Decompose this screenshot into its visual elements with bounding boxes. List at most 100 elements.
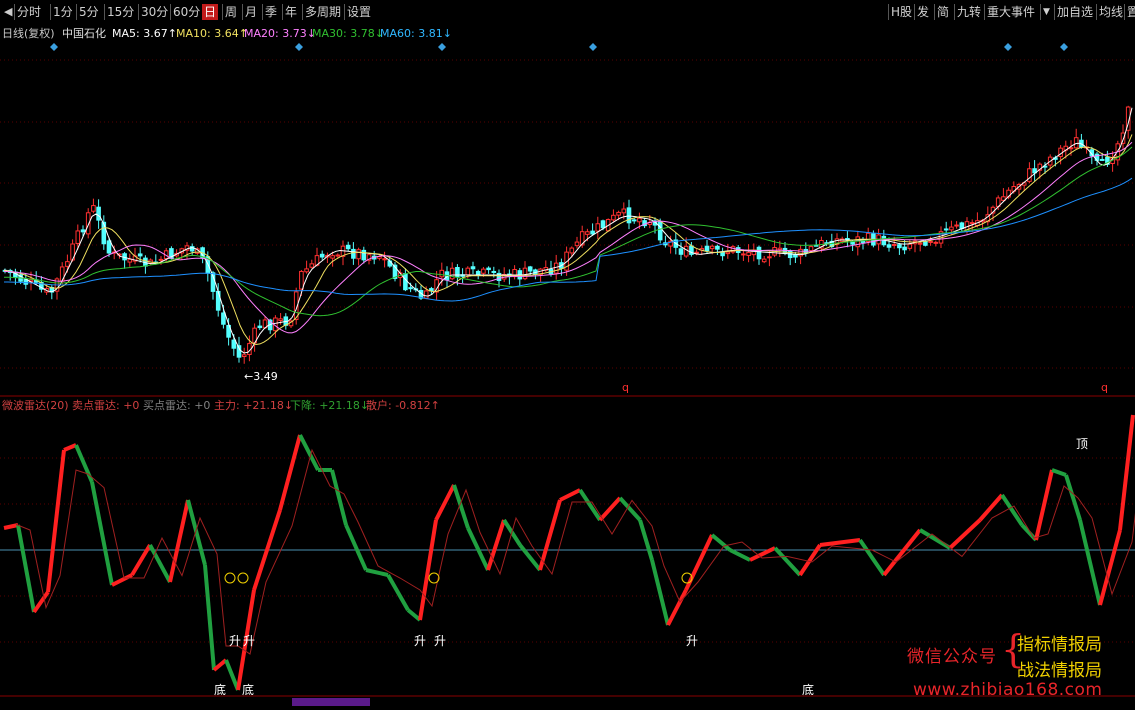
buy-radar-label: 买点雷达: +0 [143,399,210,412]
main-legend: 日线(复权) 中国石化 MA5: 3.67↑ MA10: 3.64↑ MA20:… [2,26,452,40]
candle-body [600,220,606,229]
candle-body [631,219,637,222]
candle-body [158,258,164,261]
period-toolbar: ◀ 分时 1分 5分 15分 30分 60分 日 周 月 季 年 多周期 设置 … [0,0,1135,25]
candle-body [907,243,913,249]
candle-body [715,245,720,250]
candle-body [897,244,902,249]
date-highlight [292,698,370,706]
chart-area[interactable]: 日线(复权) 中国石化 MA5: 3.67↑ MA10: 3.64↑ MA20:… [0,24,1135,706]
retail-label: 散户: -0.812↑ [366,398,440,412]
indicator-title: 微波雷达(20) [2,398,69,412]
candle-body [595,223,601,232]
ma60-label: MA60: 3.81↓ [380,27,452,40]
jian-button[interactable]: 简 [934,4,951,20]
candle-body [761,258,767,263]
candle-body [470,266,476,270]
candle-body [304,268,309,273]
candle-body [725,251,731,255]
jiuzhuan-button[interactable]: 九转 [954,4,983,20]
tab-60min[interactable]: 60分 [170,4,202,20]
bottom-signal-label: 底 [802,682,814,697]
candle-body [694,251,699,254]
left-arrow-icon[interactable]: ◀ [2,4,14,20]
candle-body [127,258,133,263]
ma20-label: MA20: 3.73↓ [244,27,316,40]
tab-fenshi[interactable]: 分时 [14,4,43,20]
candle-body [590,230,595,235]
ma10-label: MA10: 3.64↑ [176,27,248,40]
tab-year[interactable]: 年 [282,4,299,20]
candle-body [902,246,907,251]
candle-body [361,249,367,261]
candle-body [231,339,237,349]
candle-body [886,244,892,248]
watermark-name2: 战法情报局 [1017,661,1102,681]
candle-body [777,247,783,251]
candle-body [257,325,263,329]
tab-1min[interactable]: 1分 [50,4,75,20]
candle-body [299,270,304,290]
tab-settings[interactable]: 设置 [344,4,373,20]
rise-signal-label: 升 [434,634,446,648]
candle-body [585,231,590,235]
candle-body [969,222,975,225]
candle-body [75,230,81,244]
add-watchlist-button[interactable]: 加自选 [1054,4,1095,20]
candle-body [439,269,445,278]
candle-body [793,254,798,258]
tab-quarter[interactable]: 季 [262,4,279,20]
tab-month[interactable]: 月 [242,4,259,20]
candle-body [954,224,959,227]
candle-body [137,253,143,257]
candle-body [403,273,408,291]
rise-signal-label: 升 [243,634,255,648]
q-marker: q [1101,381,1108,394]
fa-button[interactable]: 发 [914,4,931,20]
candle-body [408,287,413,290]
stock-name: 中国石化 [62,26,106,40]
candle-body [319,253,325,258]
candle-body [101,221,107,245]
major-events-button[interactable]: 重大事件 [984,4,1037,20]
candle-body [933,241,939,244]
candle-body [351,248,356,259]
candle-body [756,246,762,260]
candle-body [423,290,429,299]
triangle-down-icon[interactable]: ▼ [1040,4,1052,20]
candle-body [382,258,387,261]
candle-body [611,214,616,221]
candle-body [486,267,491,271]
tab-15min[interactable]: 15分 [104,4,136,20]
candle-body [1073,137,1079,149]
tab-multi-period[interactable]: 多周期 [302,4,343,20]
candle-body [808,246,814,252]
tab-30min[interactable]: 30分 [138,4,170,20]
candle-body [709,245,715,250]
ma-button[interactable]: 均线 [1096,4,1125,20]
ma30-label: MA30: 3.78↓ [312,27,384,40]
candle-body [855,236,861,248]
candle-body [330,255,335,259]
candle-body [959,222,965,229]
candle-body [491,270,497,273]
main-force-label: 主力: +21.18↓ [214,399,293,412]
candle-body [278,318,283,321]
indicator-legend: 微波雷达(20) 卖点雷达: +0 买点雷达: +0 主力: +21.18↓ 下… [2,398,440,412]
candle-body [309,263,315,268]
candle-body [616,211,621,216]
candle-body [65,261,70,267]
tab-5min[interactable]: 5分 [76,4,101,20]
candle-body [80,229,86,233]
candle-body [465,267,471,276]
watermark-url: www.zhibiao168.com [913,680,1103,700]
candle-body [741,253,746,256]
tab-day[interactable]: 日 [202,4,219,20]
candle-body [683,245,689,257]
candle-body [356,249,361,260]
tab-week[interactable]: 周 [222,4,239,20]
candle-body [241,354,247,358]
settings-partial-button[interactable]: 置 [1124,4,1135,20]
hk-share-button[interactable]: H股 [888,4,914,20]
rise-signal-label: 升 [229,634,241,648]
